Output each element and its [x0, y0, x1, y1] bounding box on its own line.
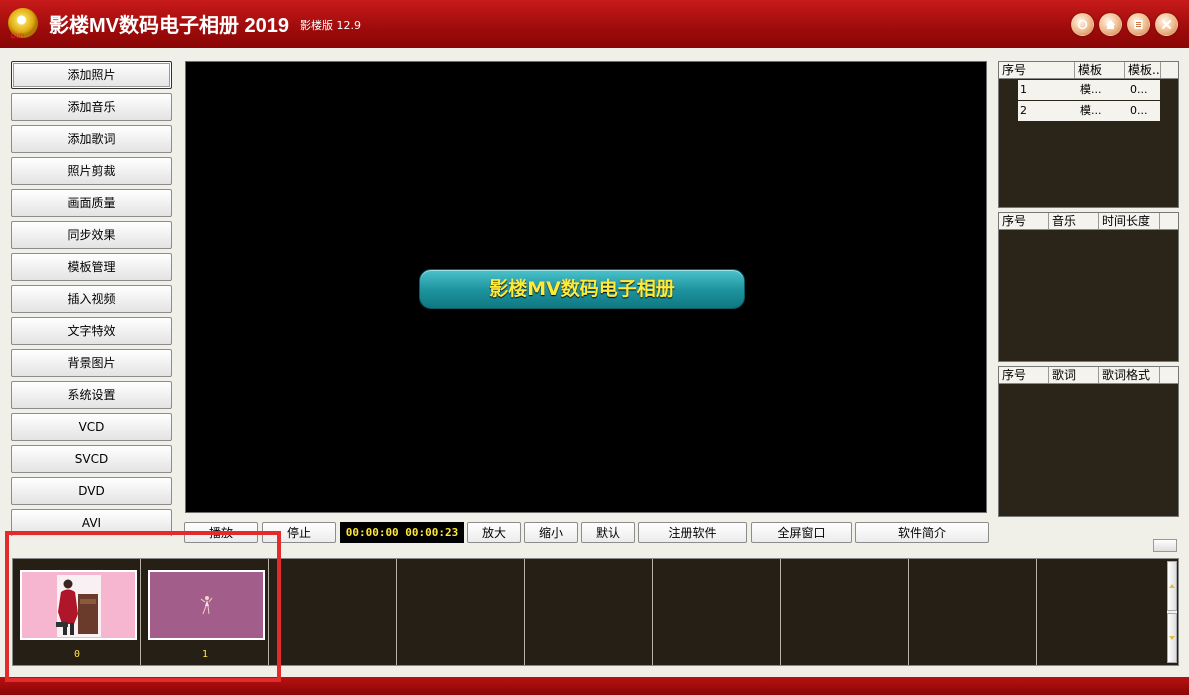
vcd-button[interactable]: VCD: [11, 413, 172, 441]
zoom-out-button[interactable]: 缩小: [524, 522, 578, 543]
preview-banner: 影楼MV数码电子相册: [419, 269, 745, 309]
row-template: 模...: [1080, 83, 1102, 96]
scroll-down-button[interactable]: [1167, 613, 1177, 663]
column-header[interactable]: 音乐: [1049, 213, 1099, 229]
timeline-cell[interactable]: [269, 559, 397, 665]
zoom-in-button[interactable]: 放大: [467, 522, 521, 543]
timeline-scrollbar[interactable]: [1167, 561, 1177, 663]
row-index: 2: [1020, 104, 1027, 117]
template-manage-button[interactable]: 模板管理: [11, 253, 172, 281]
column-header[interactable]: 序号: [999, 62, 1075, 78]
menu-icon: [1134, 20, 1143, 29]
timeline-cell[interactable]: [653, 559, 781, 665]
fullscreen-button[interactable]: 全屏窗口: [751, 522, 852, 543]
music-list-header: 序号 音乐 时间长度: [999, 213, 1178, 230]
row-index: 1: [1020, 83, 1027, 96]
title-bar: DVD 影楼MV数码电子相册 2019 影楼版 12.9: [0, 0, 1189, 48]
column-header[interactable]: 序号: [999, 213, 1049, 229]
timeline-cell[interactable]: [525, 559, 653, 665]
timeline-cell[interactable]: [1037, 559, 1165, 665]
template-list[interactable]: 序号 模板 模板.. 1 模... 0... 2 模... 0...: [998, 61, 1179, 208]
preview-area[interactable]: 影楼MV数码电子相册: [185, 61, 987, 513]
timeline-cell[interactable]: [909, 559, 1037, 665]
list-item[interactable]: 2 模... 0...: [1018, 101, 1160, 121]
insert-video-button[interactable]: 插入视频: [11, 285, 172, 313]
list-item[interactable]: 1 模... 0...: [1018, 80, 1160, 100]
column-header[interactable]: 序号: [999, 367, 1049, 383]
template-list-header: 序号 模板 模板..: [999, 62, 1178, 79]
column-header[interactable]: 模板..: [1125, 62, 1161, 78]
photo-crop-button[interactable]: 照片剪裁: [11, 157, 172, 185]
close-button[interactable]: [1155, 13, 1178, 36]
lyrics-list[interactable]: 序号 歌词 歌词格式: [998, 366, 1179, 517]
home-button[interactable]: [1099, 13, 1122, 36]
timeline-cell[interactable]: [397, 559, 525, 665]
function-sidebar: 添加照片 添加音乐 添加歌词 照片剪裁 画面质量 同步效果 模板管理 插入视频 …: [11, 61, 174, 536]
dvd-button[interactable]: DVD: [11, 477, 172, 505]
about-button[interactable]: 软件简介: [855, 522, 989, 543]
triangle-up-icon: [1169, 584, 1175, 588]
timecode-display: 00:00:00 00:00:23: [340, 522, 464, 543]
lyrics-list-header: 序号 歌词 歌词格式: [999, 367, 1178, 384]
column-header[interactable]: 模板: [1075, 62, 1125, 78]
column-header[interactable]: 时间长度: [1099, 213, 1160, 229]
add-lyrics-button[interactable]: 添加歌词: [11, 125, 172, 153]
register-button[interactable]: 注册软件: [638, 522, 747, 543]
sync-icon: [1077, 19, 1088, 30]
sync-effect-button[interactable]: 同步效果: [11, 221, 172, 249]
timeline-cell[interactable]: [781, 559, 909, 665]
highlight-box: [5, 531, 281, 682]
triangle-down-icon: [1169, 636, 1175, 640]
home-icon: [1105, 20, 1116, 29]
add-photo-button[interactable]: 添加照片: [11, 61, 172, 89]
timeline-toggle-button[interactable]: [1153, 539, 1177, 552]
column-header[interactable]: 歌词格式: [1099, 367, 1160, 383]
image-quality-button[interactable]: 画面质量: [11, 189, 172, 217]
default-button[interactable]: 默认: [581, 522, 635, 543]
music-list[interactable]: 序号 音乐 时间长度: [998, 212, 1179, 362]
app-version: 影楼版 12.9: [300, 19, 361, 32]
row-template2: 0...: [1130, 83, 1148, 96]
add-music-button[interactable]: 添加音乐: [11, 93, 172, 121]
sync-button[interactable]: [1071, 13, 1094, 36]
app-title: 影楼MV数码电子相册 2019: [49, 15, 290, 37]
column-header[interactable]: 歌词: [1049, 367, 1099, 383]
logo-text: DVD: [11, 33, 25, 40]
text-effect-button[interactable]: 文字特效: [11, 317, 172, 345]
background-image-button[interactable]: 背景图片: [11, 349, 172, 377]
menu-button[interactable]: [1127, 13, 1150, 36]
row-template: 模...: [1080, 104, 1102, 117]
svcd-button[interactable]: SVCD: [11, 445, 172, 473]
system-settings-button[interactable]: 系统设置: [11, 381, 172, 409]
scroll-up-button[interactable]: [1167, 561, 1177, 611]
close-icon: [1161, 19, 1172, 30]
row-template2: 0...: [1130, 104, 1148, 117]
